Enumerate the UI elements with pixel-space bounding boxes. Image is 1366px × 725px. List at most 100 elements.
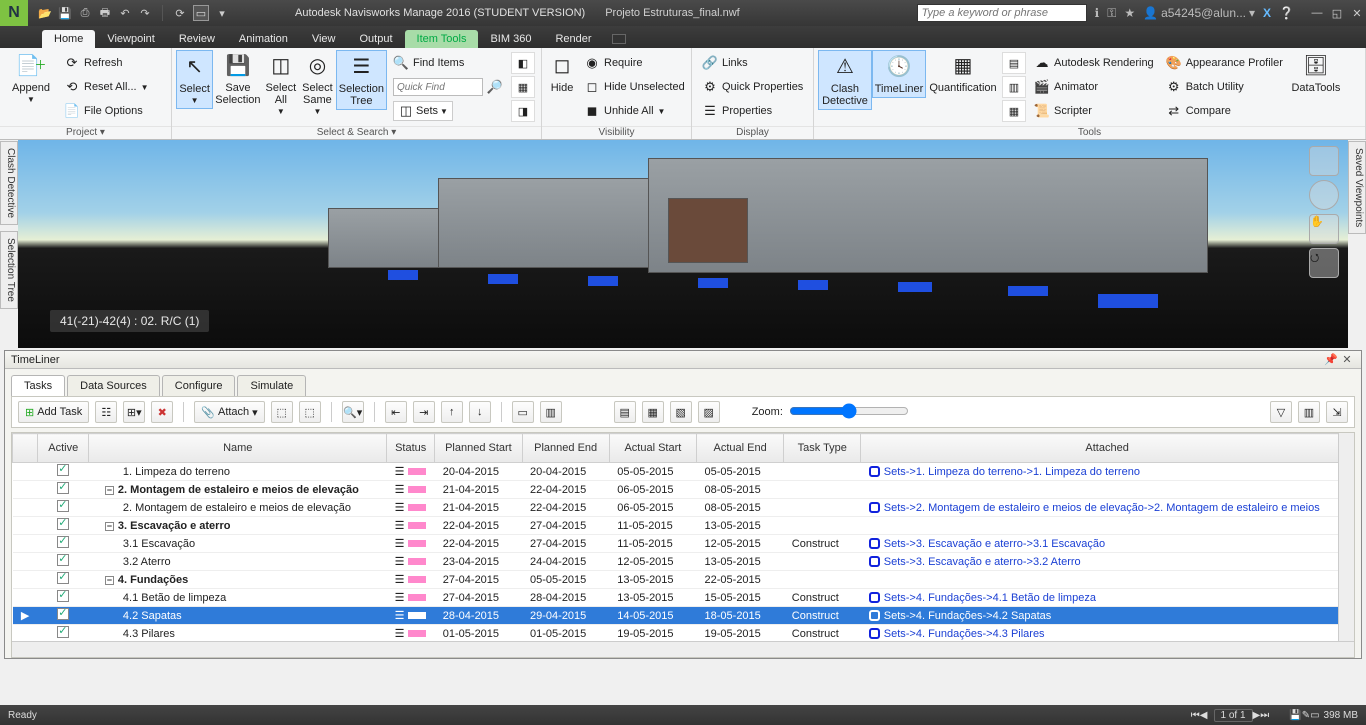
group-label-select[interactable]: Select & Search ▾ <box>172 126 541 139</box>
tab-output[interactable]: Output <box>348 30 405 48</box>
visibility-hide-unselected[interactable]: ◻Hide Unselected <box>580 76 689 98</box>
open-icon[interactable]: 📂 <box>38 6 52 20</box>
grid-tool-2[interactable]: ▥ <box>1002 76 1026 98</box>
maximize-button[interactable]: ◱ <box>1328 7 1346 20</box>
redo-icon[interactable]: ↷ <box>138 6 152 20</box>
col-status[interactable]: Status <box>387 434 435 463</box>
layout-4[interactable]: ▨ <box>698 401 720 423</box>
zoom-slider[interactable] <box>789 403 909 419</box>
filter-tool[interactable]: ▽ <box>1270 401 1292 423</box>
table-row[interactable]: 4.1 Betão de limpeza☰ 27-04-201528-04-20… <box>13 589 1354 607</box>
attach-tool-1[interactable]: ⬚ <box>271 401 293 423</box>
pin-icon[interactable]: 📌 <box>1323 353 1339 366</box>
tl-tab-tasks[interactable]: Tasks <box>11 375 65 396</box>
tab-review[interactable]: Review <box>167 30 227 48</box>
table-row[interactable]: 3.2 Aterro☰ 23-04-201524-04-201512-05-20… <box>13 553 1354 571</box>
grid-vscroll[interactable] <box>1338 433 1354 641</box>
view-tool-1[interactable]: ▭ <box>512 401 534 423</box>
minimize-button[interactable]: — <box>1308 7 1326 20</box>
active-checkbox[interactable] <box>57 572 69 584</box>
attach-button[interactable]: 📎Attach▾ <box>194 401 264 423</box>
visibility-require[interactable]: ◉Require <box>580 52 689 74</box>
export-tool[interactable]: ⇲ <box>1326 401 1348 423</box>
sheet-nav-prev[interactable]: ◀ <box>1200 710 1208 721</box>
undo-icon[interactable]: ↶ <box>118 6 132 20</box>
col-task-type[interactable]: Task Type <box>784 434 861 463</box>
clash-detective-button[interactable]: ⚠Clash Detective <box>818 50 872 110</box>
project-reset-all-[interactable]: ⟲Reset All... ▼ <box>60 76 153 98</box>
col-planned-end[interactable]: Planned End <box>522 434 609 463</box>
select-mode-icon[interactable]: ▭ <box>193 5 209 21</box>
col-actual-end[interactable]: Actual End <box>697 434 784 463</box>
save-icon[interactable]: 💾 <box>58 6 72 20</box>
active-checkbox[interactable] <box>57 482 69 494</box>
table-row[interactable]: 1. Limpeza do terreno☰ 20-04-201520-04-2… <box>13 463 1354 481</box>
sel-tool-2[interactable]: ▦ <box>511 76 535 98</box>
tab-viewpoint[interactable]: Viewpoint <box>95 30 167 48</box>
qat-dropdown-icon[interactable]: ▾ <box>215 6 229 20</box>
tools-scripter[interactable]: 📜Scripter <box>1030 100 1158 122</box>
table-row[interactable]: 3.1 Escavação☰ 22-04-201527-04-201511-05… <box>13 535 1354 553</box>
active-checkbox[interactable] <box>57 500 69 512</box>
columns-tool[interactable]: ▥ <box>1298 401 1320 423</box>
task-tool-2[interactable]: ⊞▾ <box>123 401 145 423</box>
tl-tab-data-sources[interactable]: Data Sources <box>67 375 160 396</box>
layout-2[interactable]: ▦ <box>642 401 664 423</box>
app-logo[interactable]: N <box>0 0 28 26</box>
tab-bim-360[interactable]: BIM 360 <box>478 30 543 48</box>
quantification-button[interactable]: ▦Quantification <box>926 50 1000 96</box>
tools-batch-utility[interactable]: ⚙Batch Utility <box>1162 76 1287 98</box>
expander-icon[interactable]: − <box>105 486 114 495</box>
saveas-icon[interactable]: ⎙ <box>78 6 92 20</box>
tab-view[interactable]: View <box>300 30 348 48</box>
grid-hscroll[interactable] <box>12 641 1354 657</box>
save-selection-button[interactable]: 💾Save Selection <box>213 50 262 108</box>
tl-tab-simulate[interactable]: Simulate <box>237 375 306 396</box>
print-icon[interactable]: 🖶 <box>98 6 112 20</box>
col-active[interactable]: Active <box>38 434 89 463</box>
tab-item-tools[interactable]: Item Tools <box>405 30 479 48</box>
col-attached[interactable]: Attached <box>861 434 1354 463</box>
table-row[interactable]: ▶4.2 Sapatas☰ 28-04-201529-04-201514-05-… <box>13 607 1354 625</box>
close-button[interactable]: ✕ <box>1348 7 1366 20</box>
active-checkbox[interactable] <box>57 590 69 602</box>
append-button[interactable]: 📄＋ Append ▼ <box>4 50 58 107</box>
table-row[interactable]: 4.3 Pilares☰ 01-05-201501-05-201519-05-2… <box>13 625 1354 643</box>
sel-tool-3[interactable]: ◨ <box>511 100 535 122</box>
sheet-nav-first[interactable]: ⏮ <box>1191 710 1200 721</box>
col-actual-start[interactable]: Actual Start <box>609 434 696 463</box>
tools-animator[interactable]: 🎬Animator <box>1030 76 1158 98</box>
dock-tab-selection-tree[interactable]: Selection Tree <box>0 231 18 309</box>
find-tool[interactable]: 🔍▾ <box>342 401 364 423</box>
display-properties[interactable]: ☰Properties <box>698 100 807 122</box>
indent-out[interactable]: ⇤ <box>385 401 407 423</box>
table-row[interactable]: 2. Montagem de estaleiro e meios de elev… <box>13 499 1354 517</box>
help-icon[interactable]: ❔ <box>1279 6 1294 20</box>
expander-icon[interactable]: − <box>105 522 114 531</box>
find-items-button[interactable]: 🔍Find Items <box>389 52 507 74</box>
add-task-button[interactable]: ⊞Add Task <box>18 401 89 423</box>
display-links[interactable]: 🔗Links <box>698 52 807 74</box>
visibility-unhide-all[interactable]: ◼Unhide All ▼ <box>580 100 689 122</box>
viewport-nav-wheel[interactable]: ✋ ⭯ <box>1306 146 1342 278</box>
datatools-button[interactable]: 🗄DataTools <box>1289 50 1343 96</box>
active-checkbox[interactable] <box>57 608 69 620</box>
active-checkbox[interactable] <box>57 518 69 530</box>
select-all-button[interactable]: ◫Select All▼ <box>263 50 300 119</box>
layout-1[interactable]: ▤ <box>614 401 636 423</box>
user-menu[interactable]: 👤 a54245@alun... ▾ <box>1143 6 1255 20</box>
viewcube[interactable] <box>1309 146 1339 176</box>
key-icon[interactable]: ⚿ <box>1107 6 1116 21</box>
view-tool-2[interactable]: ▥ <box>540 401 562 423</box>
task-delete[interactable]: ✖ <box>151 401 173 423</box>
refresh-icon[interactable]: ⟳ <box>173 6 187 20</box>
display-quick-properties[interactable]: ⚙Quick Properties <box>698 76 807 98</box>
tab-home[interactable]: Home <box>42 30 95 48</box>
select-button[interactable]: ↖Select▼ <box>176 50 213 109</box>
group-label-project[interactable]: Project ▾ <box>0 126 171 139</box>
active-checkbox[interactable] <box>57 554 69 566</box>
sets-button[interactable]: ◫Sets▼ <box>389 100 507 122</box>
dock-tab-clash-detective[interactable]: Clash Detective <box>0 141 18 225</box>
3d-viewport[interactable]: 41(-21)-42(4) : 02. R/C (1) ✋ ⭯ <box>18 140 1348 348</box>
tasks-grid[interactable]: ActiveNameStatusPlanned StartPlanned End… <box>11 432 1355 658</box>
